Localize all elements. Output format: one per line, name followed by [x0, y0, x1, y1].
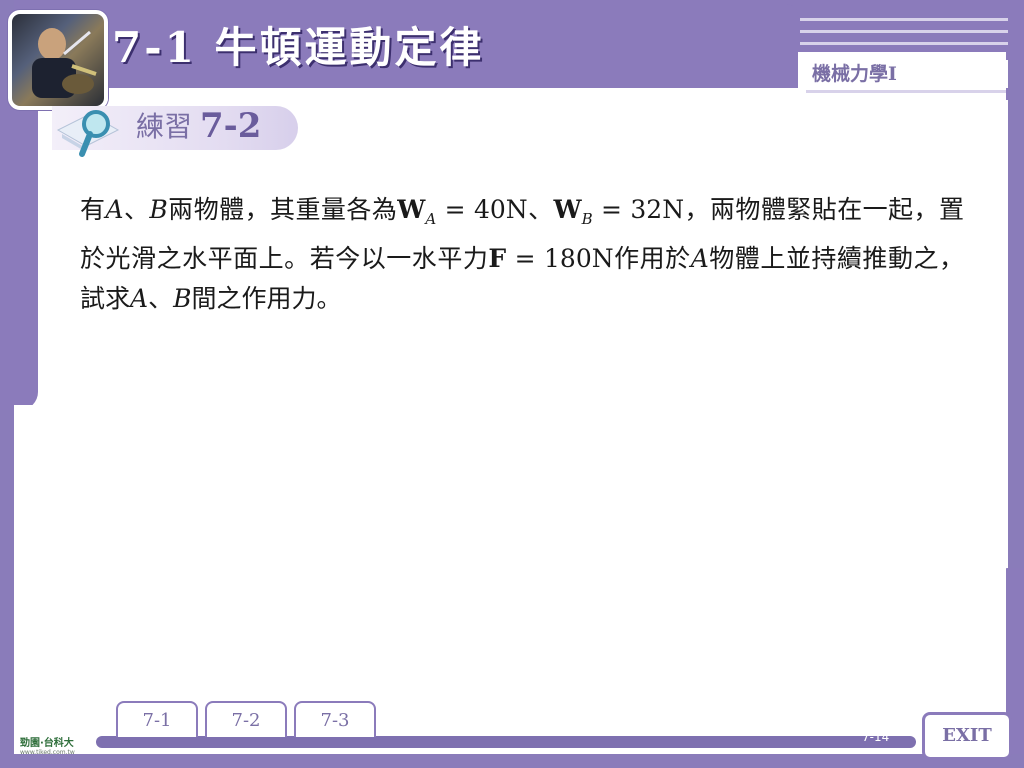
tab-7-1[interactable]: 7-1 — [116, 701, 198, 737]
course-name: 機械力學I — [808, 60, 1008, 88]
chapter-photo-illustration — [32, 28, 97, 98]
bottom-frame — [0, 754, 1024, 768]
publisher-logo: 勁園·台科大 www.tiked.com.tw — [20, 734, 75, 756]
left-frame-tab — [0, 90, 38, 410]
exit-button[interactable]: EXIT — [922, 712, 1012, 760]
magnifier-icon — [56, 110, 120, 157]
problem-statement: 有A、B兩物體，其重量各為WA = 40N、WB = 32N，兩物體緊貼在一起，… — [80, 195, 964, 313]
publisher-logo-text: 勁園·台科大 — [20, 738, 74, 749]
publisher-logo-url: www.tiked.com.tw — [20, 749, 75, 756]
practice-number: 7-2 — [200, 106, 262, 146]
practice-label: 練習 — [136, 110, 193, 143]
tab-7-2[interactable]: 7-2 — [205, 701, 287, 737]
page-number: 7-14 — [862, 730, 890, 744]
course-underline — [806, 90, 1006, 93]
tab-7-3[interactable]: 7-3 — [294, 701, 376, 737]
header-decorative-lines — [800, 10, 1008, 48]
chapter-photo — [8, 10, 108, 110]
slide-title: 7-1 牛頓運動定律 — [112, 23, 485, 72]
bottom-nav-bar — [96, 736, 916, 748]
